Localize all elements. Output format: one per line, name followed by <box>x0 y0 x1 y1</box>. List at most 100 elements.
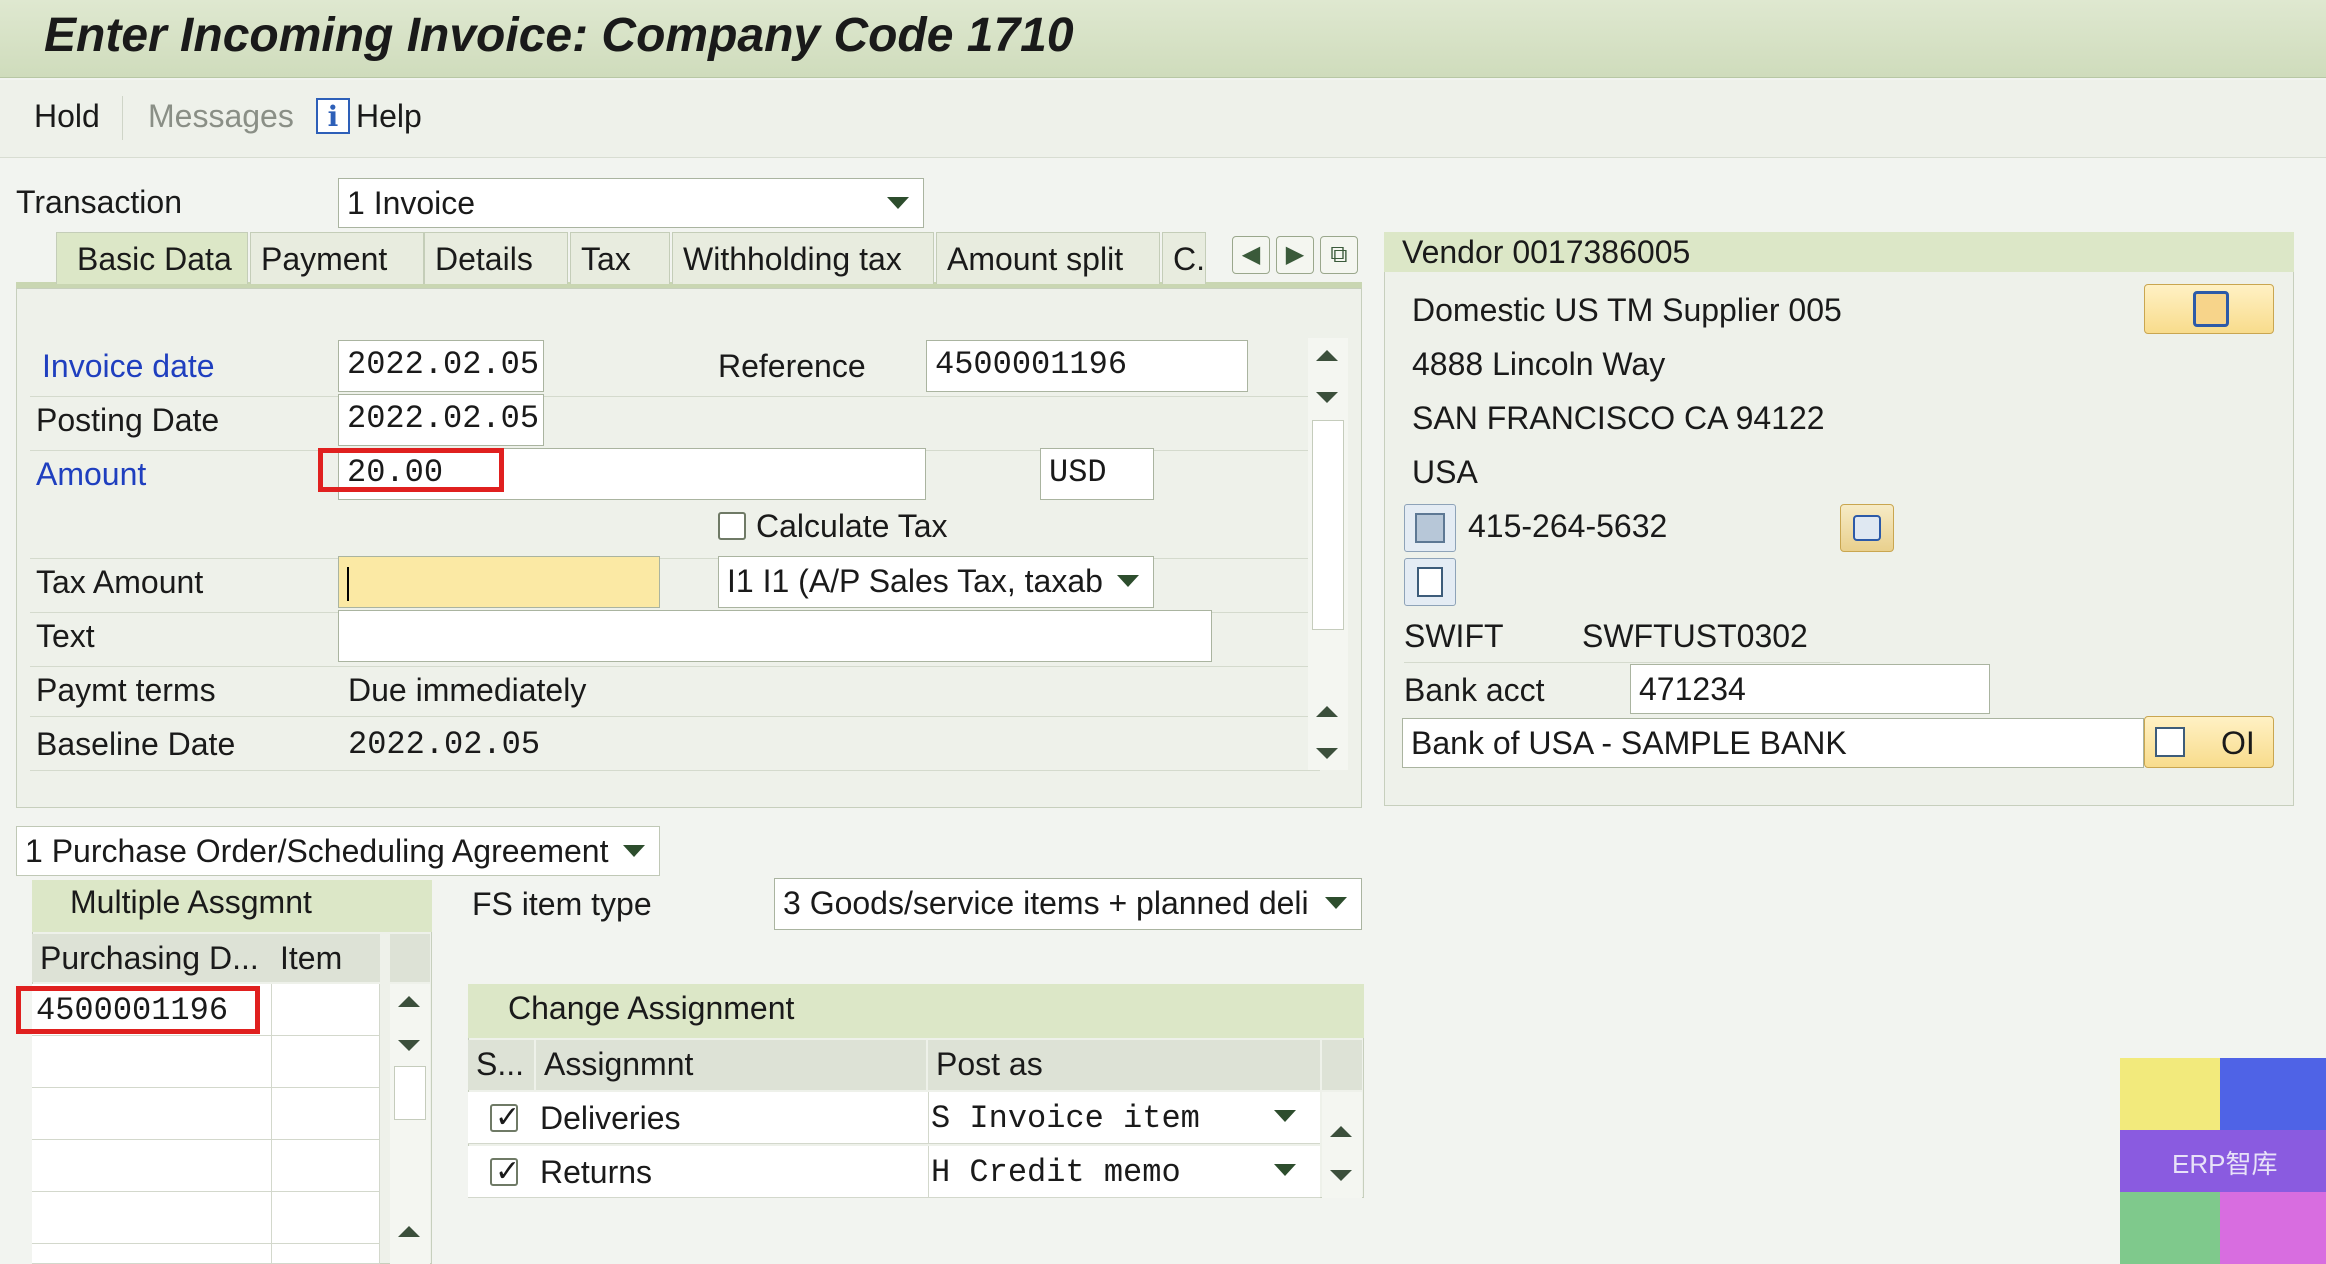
scroll-thumb[interactable] <box>1312 420 1344 630</box>
chevron-down-icon <box>887 197 909 209</box>
tab-tax[interactable]: Tax <box>570 232 670 284</box>
bank-acct-field[interactable]: 471234 <box>1630 664 1990 714</box>
table-cell[interactable] <box>272 1036 380 1088</box>
reference-doc-type-value: 1 Purchase Order/Scheduling Agreement <box>25 833 609 869</box>
tab-withholding-tax[interactable]: Withholding tax <box>672 232 934 284</box>
vendor-country: USA <box>1412 454 1478 490</box>
invoice-date-label[interactable]: Invoice date <box>42 348 215 385</box>
tab-amount-split[interactable]: Amount split <box>936 232 1160 284</box>
col-s[interactable]: S... <box>468 1040 534 1090</box>
transaction-select[interactable]: 1 Invoice <box>338 178 924 228</box>
scroll-down-icon[interactable] <box>1316 748 1338 759</box>
messages-button[interactable]: Messages <box>148 98 294 135</box>
chevron-down-icon <box>1274 1110 1296 1122</box>
toolbar-separator <box>122 96 123 140</box>
deliveries-checkbox[interactable] <box>490 1100 520 1135</box>
telephone-icon[interactable] <box>1404 504 1456 552</box>
scroll-up-icon[interactable] <box>1330 1126 1352 1137</box>
reference-doc-type-select[interactable]: 1 Purchase Order/Scheduling Agreement <box>16 826 660 876</box>
reference-field[interactable]: 4500001196 <box>926 340 1248 392</box>
row-divider <box>30 716 1320 717</box>
col-post-as[interactable]: Post as <box>928 1040 1320 1090</box>
table-cell[interactable] <box>272 1088 380 1140</box>
chevron-down-icon <box>623 845 645 857</box>
table-cell[interactable] <box>272 1244 380 1264</box>
text-label: Text <box>36 618 95 654</box>
returns-checkbox[interactable] <box>490 1154 520 1189</box>
scroll-down-icon[interactable] <box>398 1040 420 1051</box>
logo-tile <box>2120 1058 2220 1130</box>
col-item[interactable]: Item <box>272 934 380 982</box>
grid-scrollbar[interactable] <box>390 984 430 1264</box>
tax-code-select[interactable]: I1 I1 (A/P Sales Tax, taxab <box>718 556 1154 608</box>
fs-item-type-label: FS item type <box>472 886 652 922</box>
table-row[interactable] <box>32 1088 272 1140</box>
paymt-terms-value: Due immediately <box>348 672 587 708</box>
table-row[interactable] <box>32 1036 272 1088</box>
tab-list-icon[interactable]: ⧉ <box>1320 236 1358 274</box>
tab-scroll-left-icon[interactable]: ◀ <box>1232 236 1270 274</box>
invoice-date-field[interactable]: 2022.02.05 <box>338 340 544 392</box>
scroll-up-icon[interactable] <box>398 996 420 1007</box>
posting-date-field[interactable]: 2022.02.05 <box>338 394 544 446</box>
grid-settings-cell[interactable] <box>390 934 430 982</box>
scroll-down-icon[interactable] <box>1316 392 1338 403</box>
info-icon[interactable]: i <box>316 98 350 134</box>
table-cell[interactable] <box>272 1192 380 1244</box>
tab-payment[interactable]: Payment <box>250 232 424 284</box>
help-button[interactable]: Help <box>356 98 422 135</box>
deliveries-label: Deliveries <box>540 1100 681 1136</box>
col-purchasing-doc[interactable]: Purchasing D... <box>32 934 272 982</box>
watermark-text: ERP智库 <box>2172 1149 2278 1179</box>
currency-field[interactable]: USD <box>1040 448 1154 500</box>
tab-basic-data[interactable]: Basic Data <box>56 232 248 284</box>
tax-amount-field[interactable] <box>338 556 660 608</box>
logo-tile <box>2220 1192 2326 1264</box>
table-icon <box>2155 727 2185 757</box>
calculate-tax-checkbox[interactable] <box>718 512 746 540</box>
chevron-down-icon <box>1274 1164 1296 1176</box>
tab-details[interactable]: Details <box>424 232 568 284</box>
tab-scroll-right-icon[interactable]: ▶ <box>1276 236 1314 274</box>
scroll-up-icon[interactable] <box>1316 706 1338 717</box>
post-as-select[interactable]: S Invoice item <box>928 1092 1320 1144</box>
scroll-up-icon[interactable] <box>1316 350 1338 361</box>
text-field[interactable] <box>338 610 1212 662</box>
table-row[interactable] <box>32 1192 272 1244</box>
swift-label: SWIFT <box>1404 618 1504 654</box>
row-divider <box>1404 662 1840 663</box>
fs-item-type-select[interactable]: 3 Goods/service items + planned deli <box>774 878 1362 930</box>
vendor-street: 4888 Lincoln Way <box>1412 346 1666 382</box>
amount-label[interactable]: Amount <box>36 456 146 493</box>
post-as-select[interactable]: H Credit memo <box>928 1146 1320 1198</box>
bank-name-field[interactable]: Bank of USA - SAMPLE BANK <box>1402 718 2144 768</box>
open-items-label: OI <box>2221 725 2255 761</box>
tax-code-value: I1 I1 (A/P Sales Tax, taxab <box>727 563 1103 599</box>
row-divider <box>30 666 1320 667</box>
hold-button[interactable]: Hold <box>34 98 100 135</box>
table-cell[interactable] <box>272 1140 380 1192</box>
vendor-detail-button[interactable] <box>2144 284 2274 334</box>
table-cell[interactable] <box>272 984 380 1036</box>
address-icon[interactable] <box>1404 558 1456 606</box>
baseline-date-label: Baseline Date <box>36 726 236 762</box>
change-assignment-title: Change Assignment <box>508 990 795 1026</box>
open-items-button[interactable]: OI <box>2144 716 2274 768</box>
scroll-thumb[interactable] <box>394 1066 426 1120</box>
grid-settings-cell[interactable] <box>1322 1040 1362 1090</box>
table-row[interactable] <box>32 1140 272 1192</box>
tax-amount-label: Tax Amount <box>36 564 204 600</box>
fax-icon[interactable] <box>1840 504 1894 552</box>
amount-highlight <box>318 448 504 492</box>
vendor-phone: 415-264-5632 <box>1468 508 1668 544</box>
row-divider <box>30 396 1320 397</box>
address-shape <box>1417 567 1443 597</box>
change-assignment-scrollbar[interactable] <box>1322 1092 1362 1198</box>
scroll-down-icon[interactable] <box>1330 1170 1352 1181</box>
bank-acct-label: Bank acct <box>1404 672 1545 708</box>
fax-shape <box>1853 515 1881 541</box>
table-row[interactable] <box>32 1244 272 1264</box>
tab-more[interactable]: C. <box>1162 232 1206 284</box>
scroll-up-icon[interactable] <box>398 1226 420 1237</box>
col-assignment[interactable]: Assignmnt <box>536 1040 926 1090</box>
